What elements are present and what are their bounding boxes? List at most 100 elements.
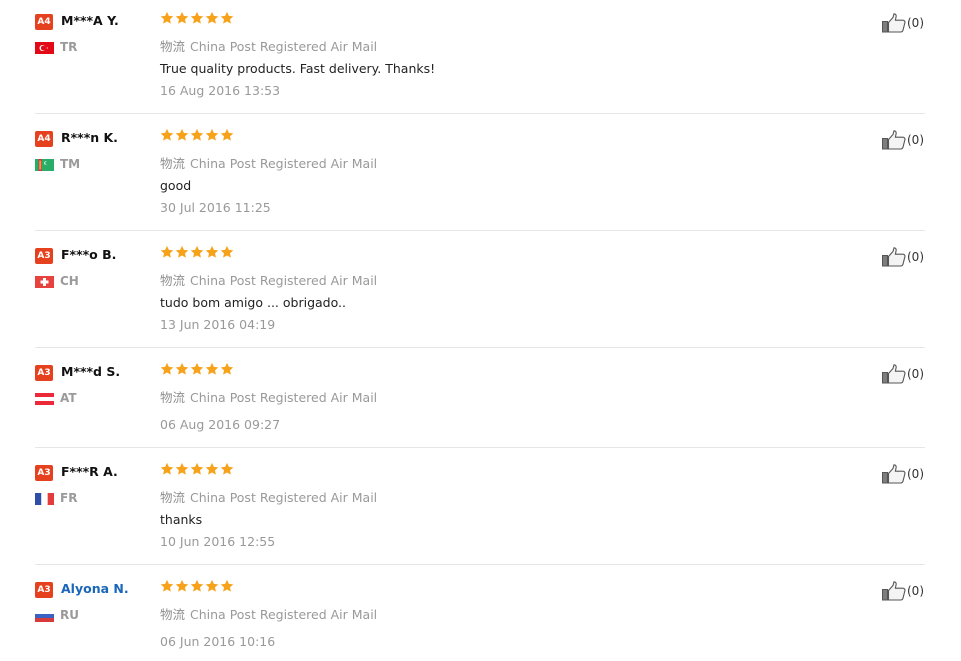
star-icon: [220, 245, 234, 259]
star-icon: [220, 462, 234, 476]
review-date: 06 Aug 2016 09:27: [160, 417, 281, 432]
helpful-button[interactable]: (0): [882, 364, 924, 384]
helpful-button[interactable]: (0): [882, 464, 924, 484]
logistics-method: China Post Registered Air Mail: [190, 490, 378, 505]
star-icon: [190, 462, 204, 476]
review-text: thanks: [160, 512, 203, 527]
buyer-level-badge: A3: [35, 248, 53, 264]
buyer-country: AT: [60, 391, 77, 405]
review-item: A3 M***d S. AT 物流 China Post Registered A…: [35, 361, 925, 448]
thumbs-up-icon: [882, 581, 906, 601]
buyer-name: F***o B.: [61, 247, 117, 262]
buyer-country: RU: [60, 608, 79, 622]
star-icon: [160, 11, 174, 25]
buyer-country: FR: [60, 491, 78, 505]
logistics-label: 物流: [160, 156, 186, 171]
star-icon: [175, 462, 189, 476]
star-icon: [220, 362, 234, 376]
logistics-method: China Post Registered Air Mail: [190, 390, 378, 405]
buyer-name-link[interactable]: Alyona N.: [61, 581, 129, 596]
helpful-button[interactable]: (0): [882, 247, 924, 267]
star-icon: [175, 245, 189, 259]
separator: [35, 230, 925, 231]
logistics-label: 物流: [160, 39, 186, 54]
helpful-count: (0): [907, 584, 924, 598]
buyer-level-badge: A3: [35, 365, 53, 381]
turkey-flag-icon: [35, 42, 54, 54]
review-date: 06 Jun 2016 10:16: [160, 634, 276, 649]
helpful-button[interactable]: (0): [882, 130, 924, 150]
separator: [35, 347, 925, 348]
star-icon: [205, 128, 219, 142]
france-flag-icon: [35, 493, 54, 505]
austria-flag-icon: [35, 393, 54, 405]
star-rating: [160, 11, 235, 27]
star-icon: [160, 128, 174, 142]
logistics-info: 物流 China Post Registered Air Mail: [160, 153, 377, 172]
separator: [35, 113, 925, 114]
review-text: good: [160, 178, 192, 193]
star-icon: [160, 245, 174, 259]
switzerland-flag-icon: [35, 276, 54, 288]
review-date: 30 Jul 2016 11:25: [160, 200, 271, 215]
star-icon: [220, 128, 234, 142]
separator: [35, 564, 925, 565]
review-item: A3 F***o B. CH 物流 China Post Registered A…: [35, 244, 925, 348]
helpful-button[interactable]: (0): [882, 13, 924, 33]
star-icon: [190, 362, 204, 376]
thumbs-up-icon: [882, 13, 906, 33]
logistics-label: 物流: [160, 490, 186, 505]
star-icon: [175, 579, 189, 593]
thumbs-up-icon: [882, 130, 906, 150]
logistics-method: China Post Registered Air Mail: [190, 156, 378, 171]
review-item: A3 F***R A. FR 物流 China Post Registered A…: [35, 461, 925, 565]
logistics-label: 物流: [160, 607, 186, 622]
helpful-button[interactable]: (0): [882, 581, 924, 601]
star-icon: [175, 11, 189, 25]
star-icon: [205, 362, 219, 376]
russia-flag-icon: [35, 610, 54, 622]
star-icon: [205, 462, 219, 476]
separator: [35, 447, 925, 448]
star-rating: [160, 579, 235, 595]
logistics-label: 物流: [160, 273, 186, 288]
buyer-level-badge: A3: [35, 582, 53, 598]
review-date: 16 Aug 2016 13:53: [160, 83, 281, 98]
helpful-count: (0): [907, 467, 924, 481]
buyer-country: TR: [60, 40, 78, 54]
buyer-name: R***n K.: [61, 130, 118, 145]
star-rating: [160, 462, 235, 478]
star-icon: [160, 462, 174, 476]
star-icon: [190, 128, 204, 142]
star-icon: [190, 245, 204, 259]
star-icon: [160, 362, 174, 376]
logistics-method: China Post Registered Air Mail: [190, 273, 378, 288]
star-icon: [205, 245, 219, 259]
logistics-info: 物流 China Post Registered Air Mail: [160, 604, 377, 623]
buyer-name: M***d S.: [61, 364, 121, 379]
star-icon: [205, 579, 219, 593]
thumbs-up-icon: [882, 247, 906, 267]
star-icon: [160, 579, 174, 593]
review-text: True quality products. Fast delivery. Th…: [160, 61, 436, 76]
buyer-level-badge: A4: [35, 131, 53, 147]
buyer-country: TM: [60, 157, 81, 171]
turkmenistan-flag-icon: [35, 159, 54, 171]
star-icon: [190, 11, 204, 25]
review-item: A3 Alyona N. RU 物流 China Post Registered …: [35, 578, 925, 661]
helpful-count: (0): [907, 133, 924, 147]
logistics-info: 物流 China Post Registered Air Mail: [160, 270, 377, 289]
star-rating: [160, 128, 235, 144]
star-icon: [220, 579, 234, 593]
helpful-count: (0): [907, 367, 924, 381]
review-date: 13 Jun 2016 04:19: [160, 317, 276, 332]
buyer-level-badge: A3: [35, 465, 53, 481]
star-icon: [220, 11, 234, 25]
logistics-label: 物流: [160, 390, 186, 405]
logistics-method: China Post Registered Air Mail: [190, 39, 378, 54]
review-date: 10 Jun 2016 12:55: [160, 534, 276, 549]
star-rating: [160, 362, 235, 378]
thumbs-up-icon: [882, 364, 906, 384]
buyer-level-badge: A4: [35, 14, 53, 30]
logistics-info: 物流 China Post Registered Air Mail: [160, 387, 377, 406]
